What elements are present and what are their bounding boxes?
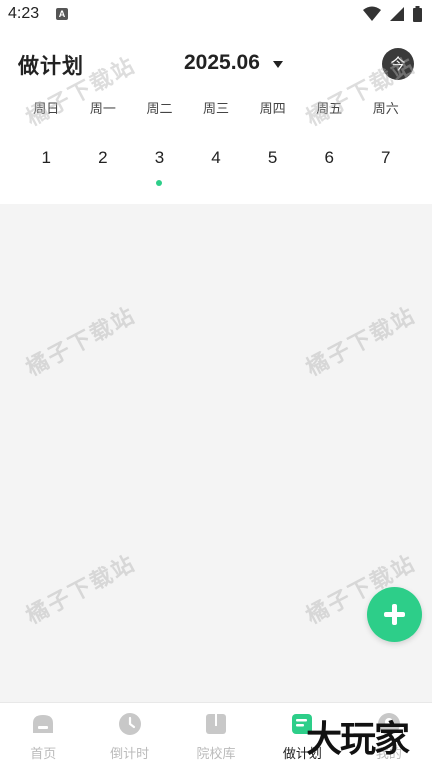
status-time: 4:23 [8, 5, 40, 22]
day-number: 4 [211, 148, 221, 167]
status-bar: 4:23 A [0, 0, 432, 30]
weekday-label: 周五 [316, 102, 343, 117]
page-title: 做计划 [18, 54, 84, 78]
weekday-label: 周二 [146, 102, 173, 117]
day-number: 5 [267, 148, 278, 167]
day-cell[interactable]: 5 [244, 148, 301, 190]
weekday-label: 周三 [203, 102, 230, 117]
month-label: 2025.06 [184, 51, 260, 74]
weekday-label: 周一 [89, 102, 116, 117]
profile-icon [377, 713, 400, 735]
day-row: 1 2 3 4 5 6 7 [18, 148, 414, 190]
plan-list-area [0, 204, 432, 702]
day-number: 7 [381, 148, 391, 167]
day-cell[interactable]: 6 [301, 148, 358, 190]
today-button[interactable]: 今 [382, 48, 414, 80]
plan-icon [292, 714, 313, 734]
day-number: 2 [98, 148, 108, 167]
day-cell[interactable]: 1 [18, 148, 75, 190]
signal-icon [389, 7, 404, 21]
tab-label: 首页 [30, 747, 57, 762]
tab-profile[interactable]: 我的 [346, 703, 432, 768]
day-cell-selected[interactable]: 3 [131, 148, 188, 190]
tab-label: 院校库 [196, 747, 236, 762]
tab-countdown[interactable]: 倒计时 [86, 703, 172, 768]
tab-label: 做计划 [282, 747, 322, 762]
tab-plan[interactable]: 做计划 [259, 703, 345, 768]
weekday-label: 周日 [33, 102, 60, 117]
tab-label: 我的 [375, 747, 402, 762]
home-icon [33, 715, 54, 733]
day-cell[interactable]: 2 [75, 148, 132, 190]
bottom-tab-bar: 首页 倒计时 院校库 做计划 我的 [0, 702, 432, 768]
clock-icon [118, 713, 141, 735]
book-icon [206, 714, 227, 734]
tab-label: 倒计时 [110, 747, 150, 762]
status-icons [360, 6, 422, 24]
day-number: 3 [154, 148, 165, 167]
selected-day-dot [156, 180, 163, 186]
weekday-label: 周四 [259, 102, 286, 117]
caret-down-icon [273, 61, 284, 68]
weekday-label: 周六 [372, 102, 399, 117]
notification-icon: A [56, 8, 68, 20]
add-plan-button[interactable] [367, 587, 422, 642]
day-number: 1 [41, 148, 52, 167]
day-cell[interactable]: 4 [188, 148, 245, 190]
day-cell[interactable]: 7 [357, 148, 414, 190]
day-number: 6 [324, 148, 334, 167]
tab-colleges[interactable]: 院校库 [173, 703, 259, 768]
battery-icon [413, 6, 422, 22]
wifi-icon [362, 6, 381, 21]
weekday-row: 周日 周一 周二 周三 周四 周五 周六 [18, 98, 414, 118]
month-picker[interactable]: 2025.06 [184, 51, 284, 77]
tab-home[interactable]: 首页 [0, 703, 86, 768]
calendar-header: 做计划 2025.06 今 周日 周一 周二 周三 周四 周五 周六 1 2 3… [0, 30, 432, 204]
